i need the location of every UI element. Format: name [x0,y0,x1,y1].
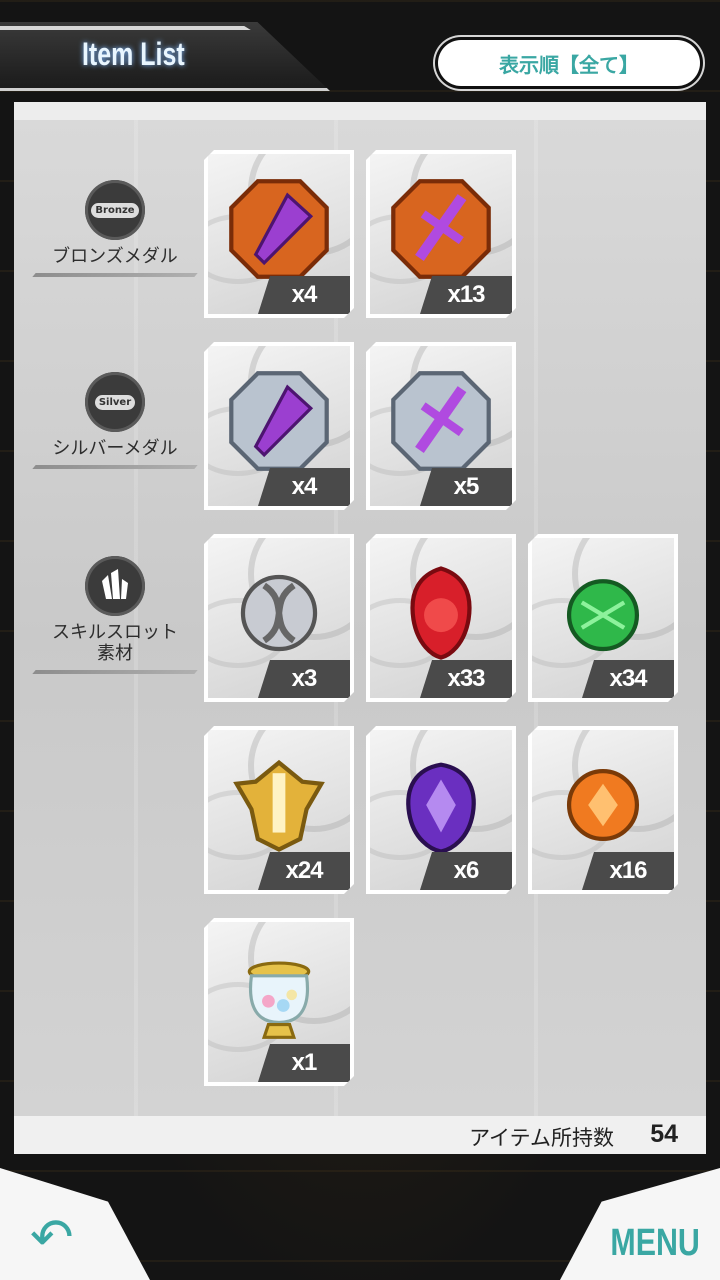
item-total-value: 54 [650,1120,678,1148]
item-tile[interactable]: x16 [528,726,678,894]
silver-drill-medal-icon [226,368,332,474]
item-count: x5 [420,468,512,506]
bronze-drill-medal-icon [226,176,332,282]
category-label: ブロンズメダル [52,246,178,267]
item-count: x6 [420,852,512,890]
item-tile[interactable]: x6 [366,726,516,894]
item-total-bar: アイテム所持数 54 [14,1116,706,1154]
item-count: x13 [420,276,512,314]
item-tile[interactable]: x1 [204,918,354,1086]
item-count: x24 [258,852,350,890]
item-total-label: アイテム所持数 [469,1126,614,1150]
item-count: x1 [258,1044,350,1082]
item-count: x34 [582,660,674,698]
item-tile[interactable]: x4 [204,342,354,510]
red-gem-icon [388,560,494,666]
item-count: x33 [420,660,512,698]
category-silver-medal: Silver シルバーメダル [32,372,198,469]
back-arrow-icon[interactable]: ↶ [30,1212,74,1264]
category-bronze-medal: Bronze ブロンズメダル [32,180,198,277]
item-count: x4 [258,468,350,506]
gold-crest-icon [226,752,332,858]
menu-button[interactable]: MENU [610,1222,700,1265]
bronze-medal-icon: Bronze [85,180,145,240]
orange-gem-icon [550,752,656,858]
crystal-icon [85,556,145,616]
item-tile[interactable]: x3 [204,534,354,702]
silver-orb-icon [226,560,332,666]
item-tile[interactable]: x13 [366,150,516,318]
silver-medal-icon: Silver [85,372,145,432]
item-tile[interactable]: x33 [366,534,516,702]
item-count: x16 [582,852,674,890]
purple-crest-icon [388,752,494,858]
green-gem-icon [550,560,656,666]
item-tile[interactable]: x24 [204,726,354,894]
item-tile[interactable]: x4 [204,150,354,318]
category-label: シルバーメダル [52,438,178,459]
category-skill-slot-material: スキルスロット 素材 [32,556,198,674]
sort-order-button[interactable]: 表示順【全て】 [438,40,700,86]
page-title: Item List [82,36,185,72]
item-count: x4 [258,276,350,314]
item-tile[interactable]: x34 [528,534,678,702]
bronze-sword-medal-icon [388,176,494,282]
candy-jar-icon [226,944,332,1050]
item-tile[interactable]: x5 [366,342,516,510]
category-label: スキルスロット 素材 [52,622,178,664]
silver-sword-medal-icon [388,368,494,474]
item-count: x3 [258,660,350,698]
